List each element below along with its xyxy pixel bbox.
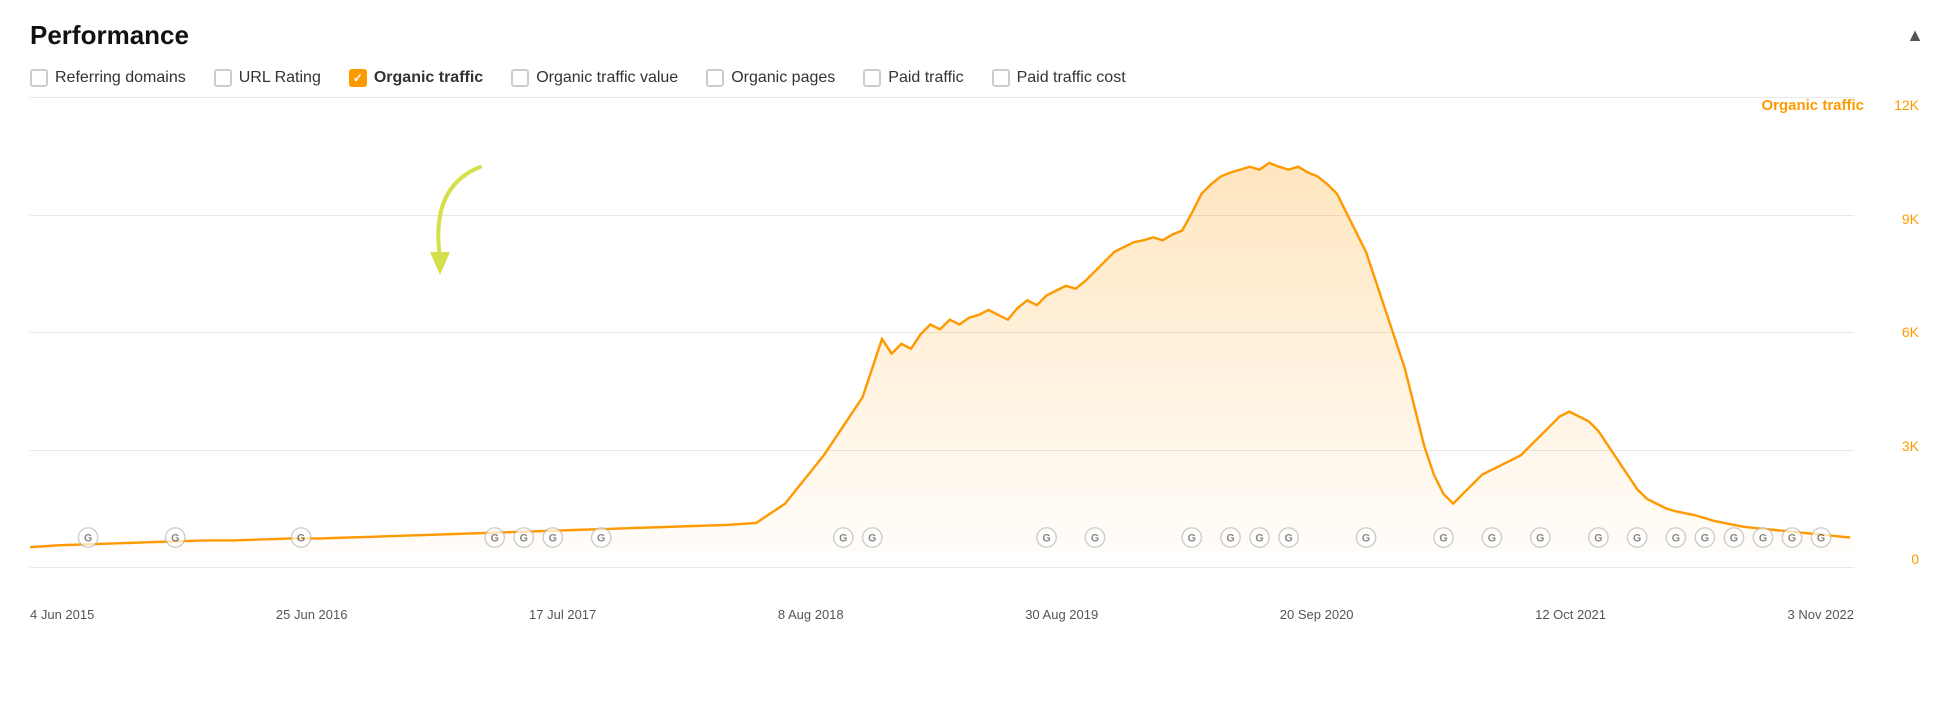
filter-label-organic-traffic-value: Organic traffic value (536, 69, 678, 87)
svg-text:G: G (868, 532, 876, 544)
svg-text:G: G (1042, 532, 1050, 544)
filter-label-url-rating: URL Rating (239, 69, 321, 87)
x-label: 4 Jun 2015 (30, 607, 94, 622)
checkbox-paid-traffic-cost[interactable] (992, 69, 1010, 87)
checkbox-referring-domains[interactable] (30, 69, 48, 87)
svg-text:G: G (1672, 532, 1680, 544)
svg-text:G: G (1701, 532, 1709, 544)
line-chart: G G G G G G G G G G G (30, 97, 1854, 552)
x-label: 8 Aug 2018 (778, 607, 844, 622)
checkbox-paid-traffic[interactable] (863, 69, 881, 87)
widget-title: Performance (30, 20, 189, 51)
svg-text:G: G (1284, 532, 1292, 544)
y-label-12k: 12K (1894, 97, 1924, 113)
filter-label-paid-traffic: Paid traffic (888, 69, 963, 87)
svg-text:G: G (171, 532, 179, 544)
svg-text:G: G (491, 532, 499, 544)
svg-text:G: G (1594, 532, 1602, 544)
filter-label-organic-pages: Organic pages (731, 69, 835, 87)
checkbox-url-rating[interactable] (214, 69, 232, 87)
x-label: 12 Oct 2021 (1535, 607, 1606, 622)
annotation-arrow (400, 157, 520, 287)
performance-widget: Performance ▲ Referring domains URL Ratin… (0, 0, 1954, 712)
x-label: 17 Jul 2017 (529, 607, 596, 622)
svg-text:G: G (1488, 532, 1496, 544)
filter-organic-traffic[interactable]: Organic traffic (349, 69, 483, 87)
collapse-button[interactable]: ▲ (1906, 25, 1924, 46)
x-axis: 4 Jun 2015 25 Jun 2016 17 Jul 2017 8 Aug 20… (30, 572, 1854, 627)
svg-text:G: G (1817, 532, 1825, 544)
svg-text:G: G (1536, 532, 1544, 544)
x-label: 30 Aug 2019 (1025, 607, 1098, 622)
filter-organic-pages[interactable]: Organic pages (706, 69, 835, 87)
svg-text:G: G (1226, 532, 1234, 544)
svg-text:G: G (1788, 532, 1796, 544)
checkbox-organic-pages[interactable] (706, 69, 724, 87)
svg-text:G: G (1730, 532, 1738, 544)
y-axis: 12K 9K 6K 3K 0 (1894, 97, 1924, 627)
y-label-6k: 6K (1894, 324, 1924, 340)
svg-text:G: G (1759, 532, 1767, 544)
checkbox-organic-traffic-value[interactable] (511, 69, 529, 87)
svg-text:G: G (297, 532, 305, 544)
filter-organic-traffic-value[interactable]: Organic traffic value (511, 69, 678, 87)
filter-label-paid-traffic-cost: Paid traffic cost (1017, 69, 1126, 87)
svg-text:G: G (84, 532, 92, 544)
y-label-3k: 3K (1894, 438, 1924, 454)
svg-text:G: G (597, 532, 605, 544)
y-label-0: 0 (1894, 551, 1924, 567)
svg-text:G: G (520, 532, 528, 544)
filter-bar: Referring domains URL Rating Organic traff… (30, 69, 1924, 87)
checkbox-organic-traffic[interactable] (349, 69, 367, 87)
x-label: 20 Sep 2020 (1280, 607, 1354, 622)
y-label-9k: 9K (1894, 211, 1924, 227)
filter-label-organic-traffic: Organic traffic (374, 69, 483, 87)
filter-paid-traffic-cost[interactable]: Paid traffic cost (992, 69, 1126, 87)
svg-text:G: G (839, 532, 847, 544)
svg-text:G: G (1439, 532, 1447, 544)
svg-text:G: G (1362, 532, 1370, 544)
filter-referring-domains[interactable]: Referring domains (30, 69, 186, 87)
svg-text:G: G (1188, 532, 1196, 544)
filter-label-referring-domains: Referring domains (55, 69, 186, 87)
x-label: 3 Nov 2022 (1787, 607, 1854, 622)
filter-paid-traffic[interactable]: Paid traffic (863, 69, 963, 87)
widget-header: Performance ▲ (30, 20, 1924, 51)
svg-text:G: G (1633, 532, 1641, 544)
filter-url-rating[interactable]: URL Rating (214, 69, 321, 87)
chart-area: Organic traffic (30, 97, 1924, 627)
svg-text:G: G (1255, 532, 1263, 544)
svg-text:G: G (1091, 532, 1099, 544)
grid-line-4 (30, 567, 1854, 568)
x-label: 25 Jun 2016 (276, 607, 348, 622)
svg-text:G: G (549, 532, 557, 544)
